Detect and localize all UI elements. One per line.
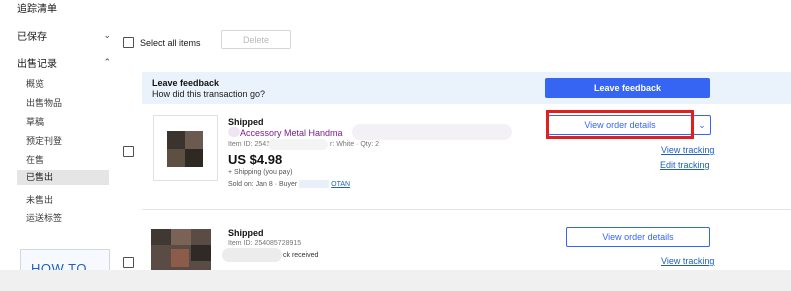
sold-info: Sold on: Jan 8 · Buyer OTAN [228,180,350,188]
delete-button[interactable]: Delete [221,30,291,49]
select-all[interactable]: Select all items [123,37,201,48]
select-all-checkbox[interactable] [123,37,134,48]
sidebar-section-selling[interactable]: 出售记录 ⌃ [17,55,111,70]
redacted-region [299,180,330,188]
view-tracking-link[interactable]: View tracking [661,145,714,155]
sidebar: 追踪清单 已保存 ⌄ 出售记录 ⌃ 概览 出售物品 草稿 预定刊登 在售 已售出… [0,0,118,291]
sidebar-item-active[interactable]: 在售 [26,153,44,166]
item-variation: r: White · Qty: 2 [330,141,380,148]
view-tracking-link[interactable]: View tracking [661,256,714,266]
item-image [167,131,203,167]
chevron-down-icon: ⌄ [103,30,111,40]
item-id: Item ID: 254085728915 [228,240,302,247]
redacted-region [268,139,328,150]
sidebar-section-selling-label: 出售记录 [17,59,57,70]
buyer-link[interactable]: OTAN [331,181,350,188]
feedback-title: Leave feedback [152,78,220,88]
item-price: US $4.98 [228,152,283,167]
view-order-details-button[interactable]: View order details [548,115,692,135]
edit-tracking-link[interactable]: Edit tracking [660,160,710,170]
chevron-up-icon: ⌃ [103,57,111,67]
item-thumbnail[interactable] [153,115,218,181]
sidebar-item-unsold[interactable]: 未售出 [26,193,53,206]
shipping-note: + Shipping (you pay) [228,169,293,176]
sidebar-item-scheduled[interactable]: 预定刊登 [26,134,62,147]
view-order-details-button[interactable]: View order details [566,227,710,247]
order-checkbox[interactable] [123,146,134,157]
redacted-region [228,127,240,137]
order-status: Shipped [228,117,264,127]
sidebar-section-saved[interactable]: 已保存 ⌄ [17,28,111,43]
sidebar-item-overview[interactable]: 概览 [26,77,44,90]
leave-feedback-button[interactable]: Leave feedback [545,78,710,98]
sidebar-item-shipping-labels[interactable]: 运送标签 [26,211,62,224]
order-status: Shipped [228,228,264,238]
order-checkbox[interactable] [123,257,134,268]
sidebar-section-saved-label: 已保存 [17,32,47,43]
item-title-link[interactable]: Accessory Metal Handma [240,128,343,138]
redacted-region [222,248,282,262]
sidebar-item-watchlist[interactable]: 追踪清单 [17,0,57,15]
feedback-banner: Leave feedback How did this transaction … [142,72,791,104]
sold-date: Sold on: Jan 8 · Buyer [228,180,298,188]
sidebar-item-drafts[interactable]: 草稿 [26,115,44,128]
sidebar-item-selling[interactable]: 出售物品 [26,96,62,109]
chevron-down-icon: ⌄ [698,119,706,130]
bottom-bar [0,270,791,291]
redacted-region [352,124,512,140]
sidebar-item-sold[interactable]: 已售出 [17,170,109,185]
divider [142,209,791,210]
order-note: ck received [283,252,319,259]
feedback-subtitle: How did this transaction go? [152,89,266,99]
more-actions-button[interactable]: ⌄ [693,115,711,135]
select-all-label: Select all items [140,37,201,48]
